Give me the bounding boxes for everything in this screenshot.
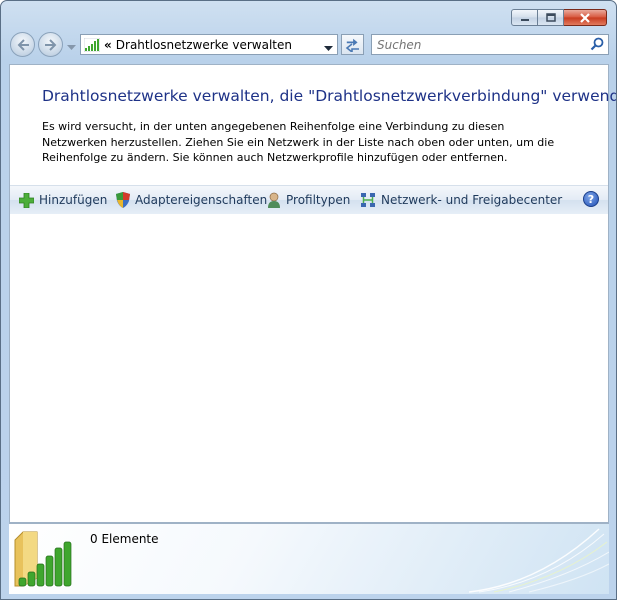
network-sharing-center-button[interactable]: Netzwerk- und Freigabecenter [360,190,562,210]
recent-pages-dropdown[interactable] [67,40,76,54]
network-list[interactable] [10,214,608,522]
minimize-icon [520,18,529,21]
item-count: 0 Elemente [90,532,159,546]
wireless-folder-icon [14,531,72,587]
decorative-swirl [469,528,609,593]
refresh-button[interactable] [341,34,364,55]
address-bar[interactable]: « Drahtlosnetzwerke verwalten [80,34,338,55]
window: « Drahtlosnetzwerke verwalten Drahtlosne… [0,0,617,600]
address-dropdown-button[interactable] [324,41,333,55]
breadcrumb-overflow[interactable]: « [104,38,112,52]
caption-buttons [511,9,607,26]
back-button[interactable] [10,32,35,57]
search-box[interactable] [371,34,609,55]
profile-types-button[interactable]: Profiltypen [267,190,350,210]
forward-button[interactable] [38,32,63,57]
adapter-properties-button[interactable]: Adaptereigenschaften [116,190,267,210]
user-profile-icon [268,192,280,208]
chevron-down-icon [324,46,333,51]
page-title: Drahtlosnetzwerke verwalten, die "Drahtl… [42,87,617,105]
search-icon[interactable] [590,37,604,54]
page-description: Es wird versucht, in der unten angegeben… [42,120,555,164]
help-button[interactable]: ? [583,191,599,207]
refresh-icon [345,38,359,52]
search-input[interactable] [372,35,587,54]
maximize-icon [545,13,556,22]
profile-types-label: Profiltypen [286,193,351,207]
command-bar: Hinzufügen Adaptereigenschaften Profilty… [10,185,608,215]
breadcrumb-current[interactable]: Drahtlosnetzwerke verwalten [116,38,292,52]
navigation-bar: « Drahtlosnetzwerke verwalten [10,32,609,58]
wireless-signal-icon [84,37,100,52]
help-icon: ? [587,192,595,206]
details-pane: 0 Elemente [9,523,609,594]
back-arrow-icon [17,38,29,51]
chevron-down-icon [67,45,76,50]
network-icon [361,193,375,207]
adapter-properties-label: Adaptereigenschaften [135,193,268,207]
add-icon [19,192,34,208]
minimize-button[interactable] [511,9,538,26]
add-network-label: Hinzufügen [39,193,108,207]
network-sharing-center-label: Netzwerk- und Freigabecenter [381,193,563,207]
add-network-button[interactable]: Hinzufügen [19,190,107,210]
close-icon [580,12,590,23]
shield-icon [116,192,130,208]
content-pane: Drahtlosnetzwerke verwalten, die "Drahtl… [9,64,616,523]
forward-arrow-icon [44,38,56,51]
maximize-button[interactable] [538,9,564,26]
close-button[interactable] [564,9,607,26]
